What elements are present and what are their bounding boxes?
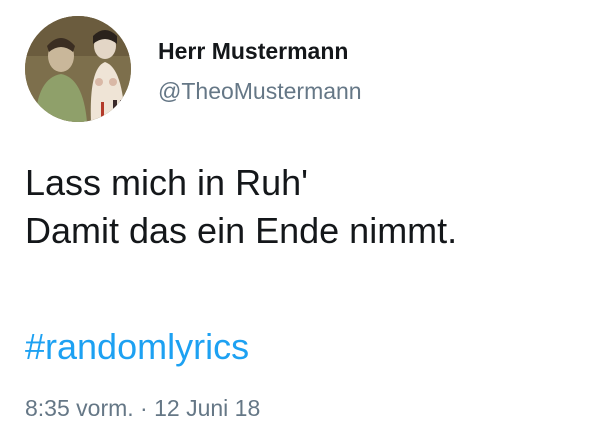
- tweet-text-line: Damit das ein Ende nimmt.: [25, 210, 458, 251]
- tweet-time: 8:35 vorm.: [25, 395, 134, 421]
- tweet-date: 12 Juni 18: [154, 395, 261, 421]
- tweet-text-line: Lass mich in Ruh': [25, 162, 308, 203]
- tweet-timestamp[interactable]: 8:35 vorm. · 12 Juni 18: [25, 393, 260, 423]
- author-display-name[interactable]: Herr Mustermann: [158, 36, 348, 66]
- avatar-image: [25, 16, 131, 122]
- hashtag-link[interactable]: #randomlyrics: [25, 323, 249, 371]
- avatar[interactable]: [25, 16, 131, 122]
- tweet-text: Lass mich in Ruh' Damit das ein Ende nim…: [25, 159, 457, 255]
- author-handle[interactable]: @TheoMustermann: [158, 76, 362, 106]
- tweet-card: Herr Mustermann @TheoMustermann Lass mic…: [0, 0, 609, 431]
- meta-separator: ·: [140, 395, 148, 421]
